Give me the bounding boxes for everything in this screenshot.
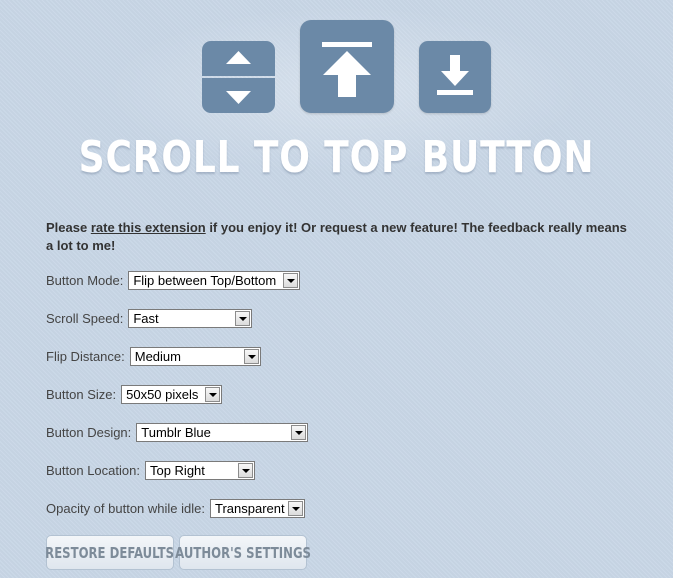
notice-text-before: Please [46,220,91,235]
chevron-down-icon[interactable] [243,349,259,364]
button-design-label: Button Design: [46,425,132,440]
scroll-speed-label: Scroll Speed: [46,311,124,326]
authors-settings-button[interactable]: AUTHOR'S SETTINGS [175,535,311,570]
button-size-row: Button Size: 50x50 pixels [46,385,223,404]
button-location-row: Button Location: Top Right [46,461,255,480]
authors-settings-label: AUTHOR'S SETTINGS [175,543,311,562]
flip-up-down-icon [202,41,275,113]
chevron-down-icon[interactable] [235,311,251,326]
button-design-value: Tumblr Blue [141,425,211,440]
button-size-select[interactable]: 50x50 pixels [121,385,223,404]
flip-distance-row: Flip Distance: Medium [46,347,261,366]
button-size-value: 50x50 pixels [126,387,199,402]
button-mode-select[interactable]: Flip between Top/Bottom [128,271,301,290]
chevron-down-icon[interactable] [205,387,221,402]
button-size-label: Button Size: [46,387,117,402]
scroll-speed-value: Fast [133,311,159,326]
scroll-to-top-icon [300,20,394,113]
scroll-to-bottom-icon [419,41,491,113]
opacity-row: Opacity of button while idle: Transparen… [46,499,305,518]
chevron-down-icon[interactable] [283,273,299,288]
opacity-label: Opacity of button while idle: [46,501,205,516]
opacity-value: Transparent [214,501,285,516]
opacity-select[interactable]: Transparent [209,499,305,518]
button-location-select[interactable]: Top Right [144,461,255,480]
page-title: SCROLL TO TOP BUTTON [78,132,595,183]
rate-extension-link[interactable]: rate this extension [91,220,206,235]
header-icons [0,0,673,120]
button-design-row: Button Design: Tumblr Blue [46,423,309,442]
button-design-select[interactable]: Tumblr Blue [136,423,309,442]
scroll-speed-row: Scroll Speed: Fast [46,309,253,328]
button-location-value: Top Right [149,463,205,478]
chevron-down-icon[interactable] [287,501,303,516]
flip-distance-select[interactable]: Medium [129,347,261,366]
chevron-down-icon[interactable] [237,463,253,478]
flip-distance-value: Medium [134,349,181,364]
button-mode-row: Button Mode: Flip between Top/Bottom [46,271,301,290]
restore-defaults-label: RESTORE DEFAULTS [45,543,175,562]
chevron-down-icon[interactable] [291,425,307,440]
feedback-notice: Please rate this extension if you enjoy … [46,219,636,255]
button-location-label: Button Location: [46,463,140,478]
restore-defaults-button[interactable]: RESTORE DEFAULTS [46,535,174,570]
button-mode-value: Flip between Top/Bottom [133,273,277,288]
button-mode-label: Button Mode: [46,273,124,288]
scroll-speed-select[interactable]: Fast [128,309,253,328]
flip-distance-label: Flip Distance: [46,349,125,364]
